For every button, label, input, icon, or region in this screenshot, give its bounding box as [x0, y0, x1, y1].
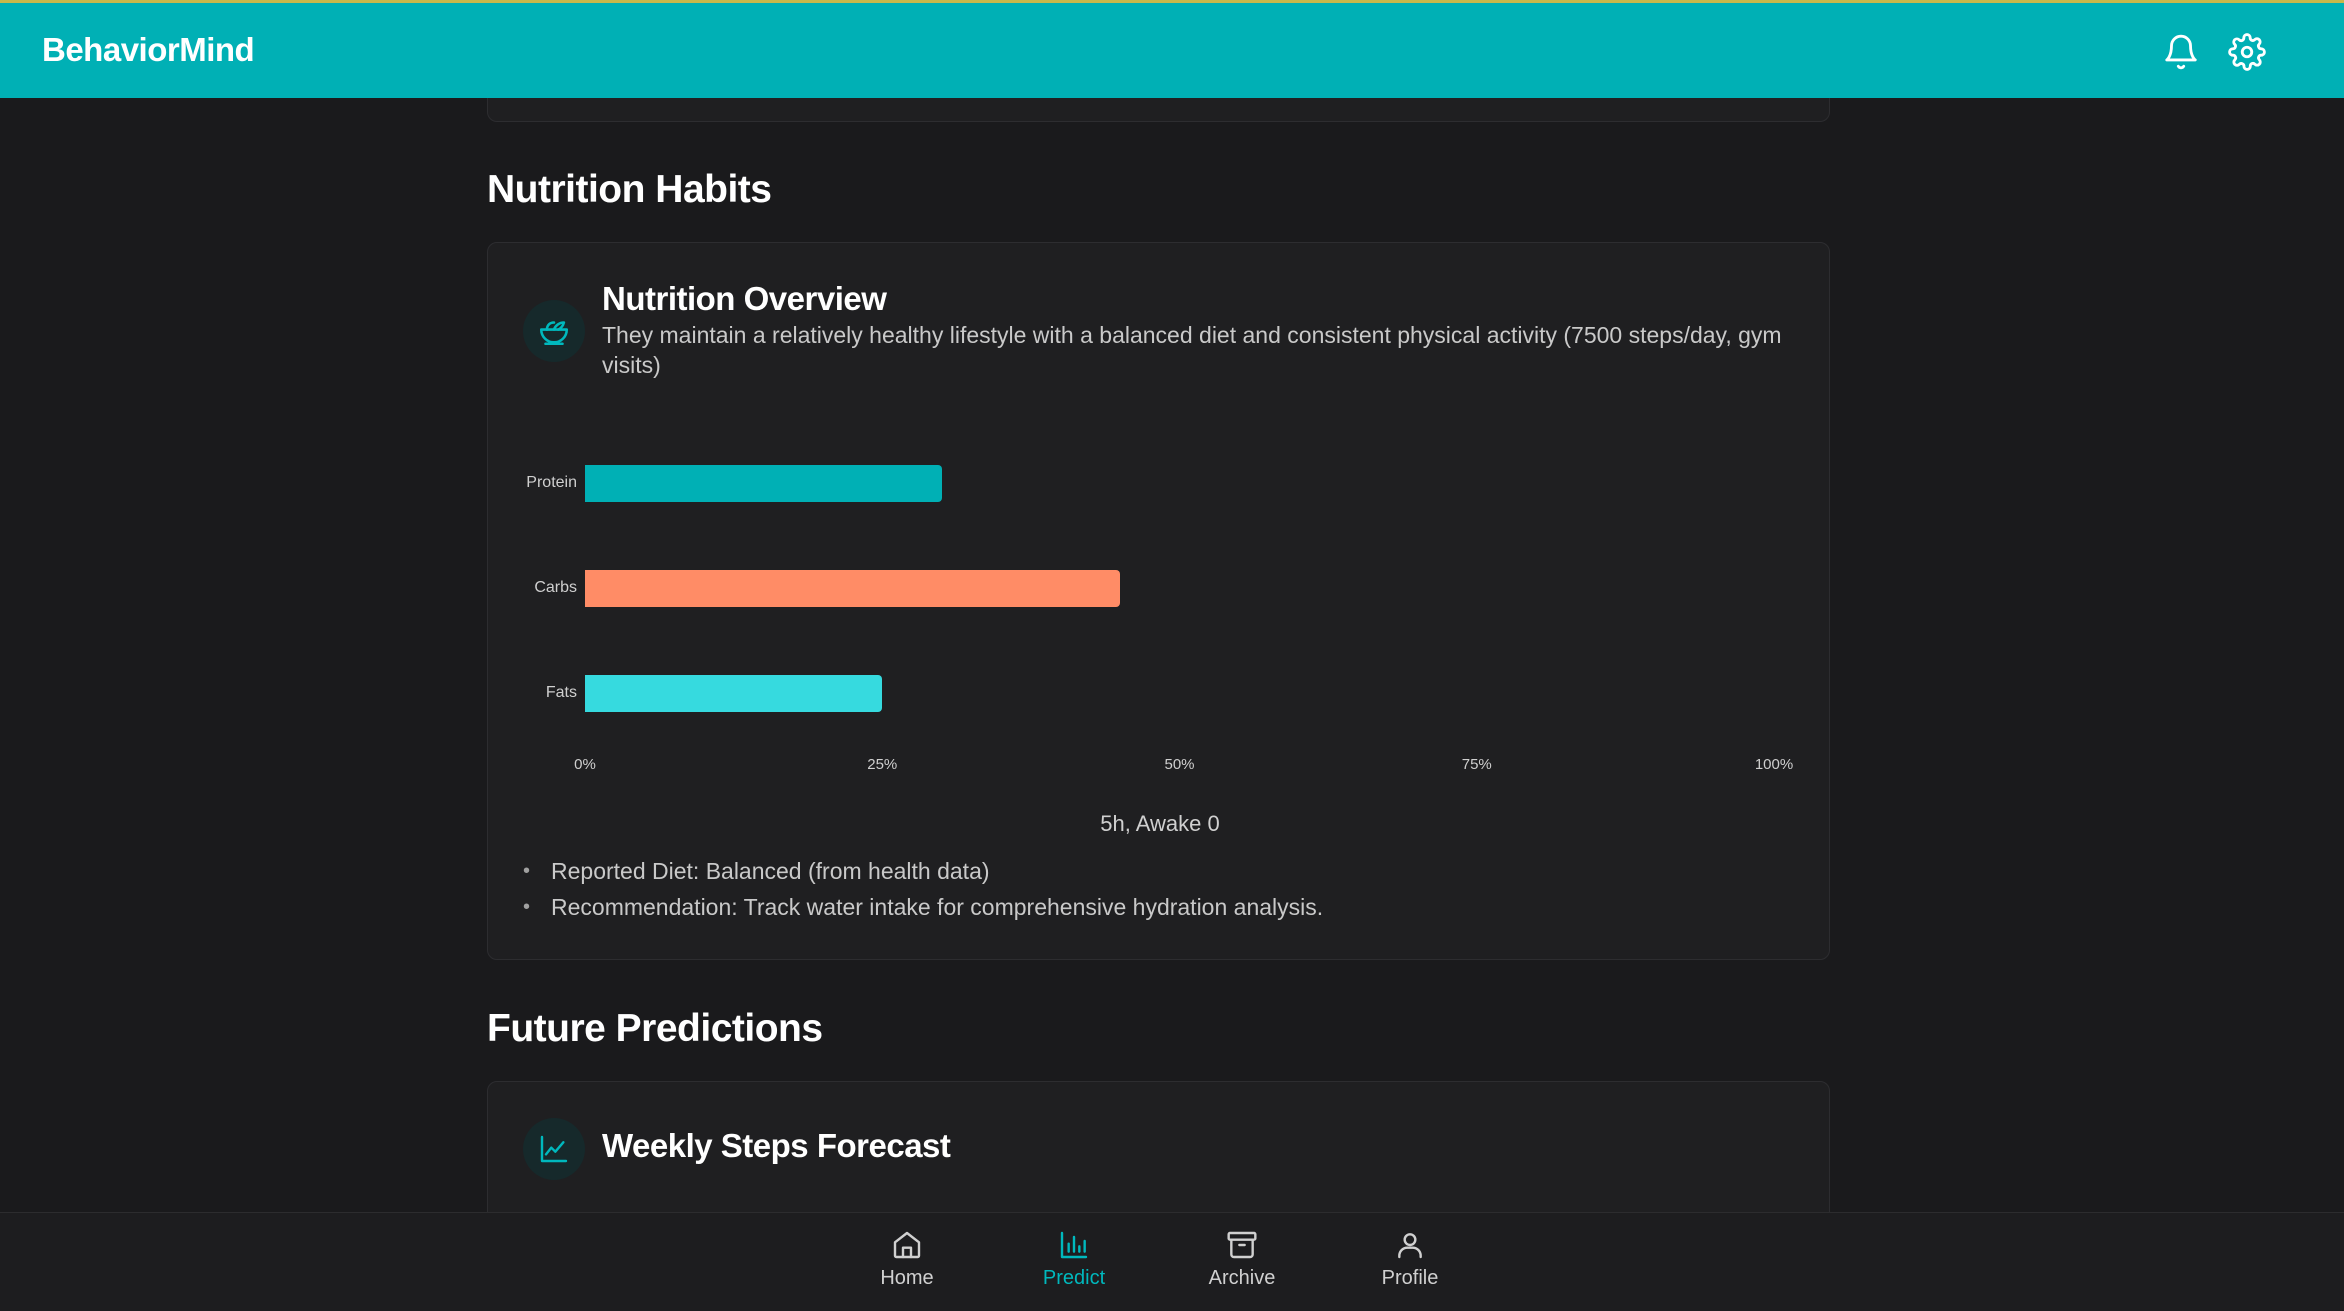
nav-profile[interactable]: Profile [1350, 1229, 1470, 1299]
chart-bar[interactable] [585, 675, 883, 712]
gear-icon[interactable] [2228, 33, 2266, 71]
chart-tick-label: 100% [1754, 756, 1794, 773]
nutrition-notes-list: Reported Diet: Balanced (from health dat… [523, 853, 1323, 925]
top-app-bar: BehaviorMind [0, 0, 2344, 98]
chart-tick-label: 25% [867, 756, 898, 773]
app-brand[interactable]: BehaviorMind [42, 31, 255, 69]
bar-chart-icon [1060, 1231, 1088, 1259]
nav-label: Profile [1381, 1267, 1439, 1289]
trend-chart-icon [523, 1118, 585, 1180]
nav-predict[interactable]: Predict [1014, 1229, 1134, 1299]
home-icon [893, 1231, 921, 1259]
nav-label: Home [880, 1267, 934, 1289]
chart-category-label: Protein [526, 474, 577, 491]
nav-label: Predict [1042, 1267, 1106, 1289]
nav-label: Archive [1208, 1267, 1276, 1289]
chart-tick-label: 50% [1164, 756, 1195, 773]
section-title-nutrition: Nutrition Habits [487, 168, 772, 211]
archive-box-icon [1227, 1231, 1257, 1259]
chart-bar[interactable] [585, 465, 942, 502]
chart-caption: 5h, Awake 0 [1100, 811, 1220, 836]
chart-category-label: Fats [545, 684, 577, 701]
nav-home[interactable]: Home [847, 1229, 967, 1299]
chart-bar[interactable] [585, 570, 1121, 607]
user-icon [1398, 1233, 1422, 1259]
bell-icon[interactable] [2162, 33, 2200, 71]
section-title-predictions: Future Predictions [487, 1007, 823, 1050]
list-item: Recommendation: Track water intake for c… [523, 889, 1323, 925]
list-item: Reported Diet: Balanced (from health dat… [523, 853, 1323, 889]
nav-archive[interactable]: Archive [1182, 1229, 1302, 1299]
chart-category-label: Carbs [534, 579, 577, 596]
chart-tick-label: 0% [574, 756, 596, 773]
card-title: Weekly Steps Forecast [602, 1127, 951, 1164]
nutrition-overview-card: Nutrition Overview They maintain a relat… [487, 242, 1830, 960]
chart-tick-label: 75% [1461, 756, 1492, 773]
nutrition-bar-chart: Protein Carbs Fats 0% 25% 50% 75% 100% [488, 243, 1831, 843]
bottom-navigation: Home Predict Archive Profile [0, 1212, 2344, 1311]
